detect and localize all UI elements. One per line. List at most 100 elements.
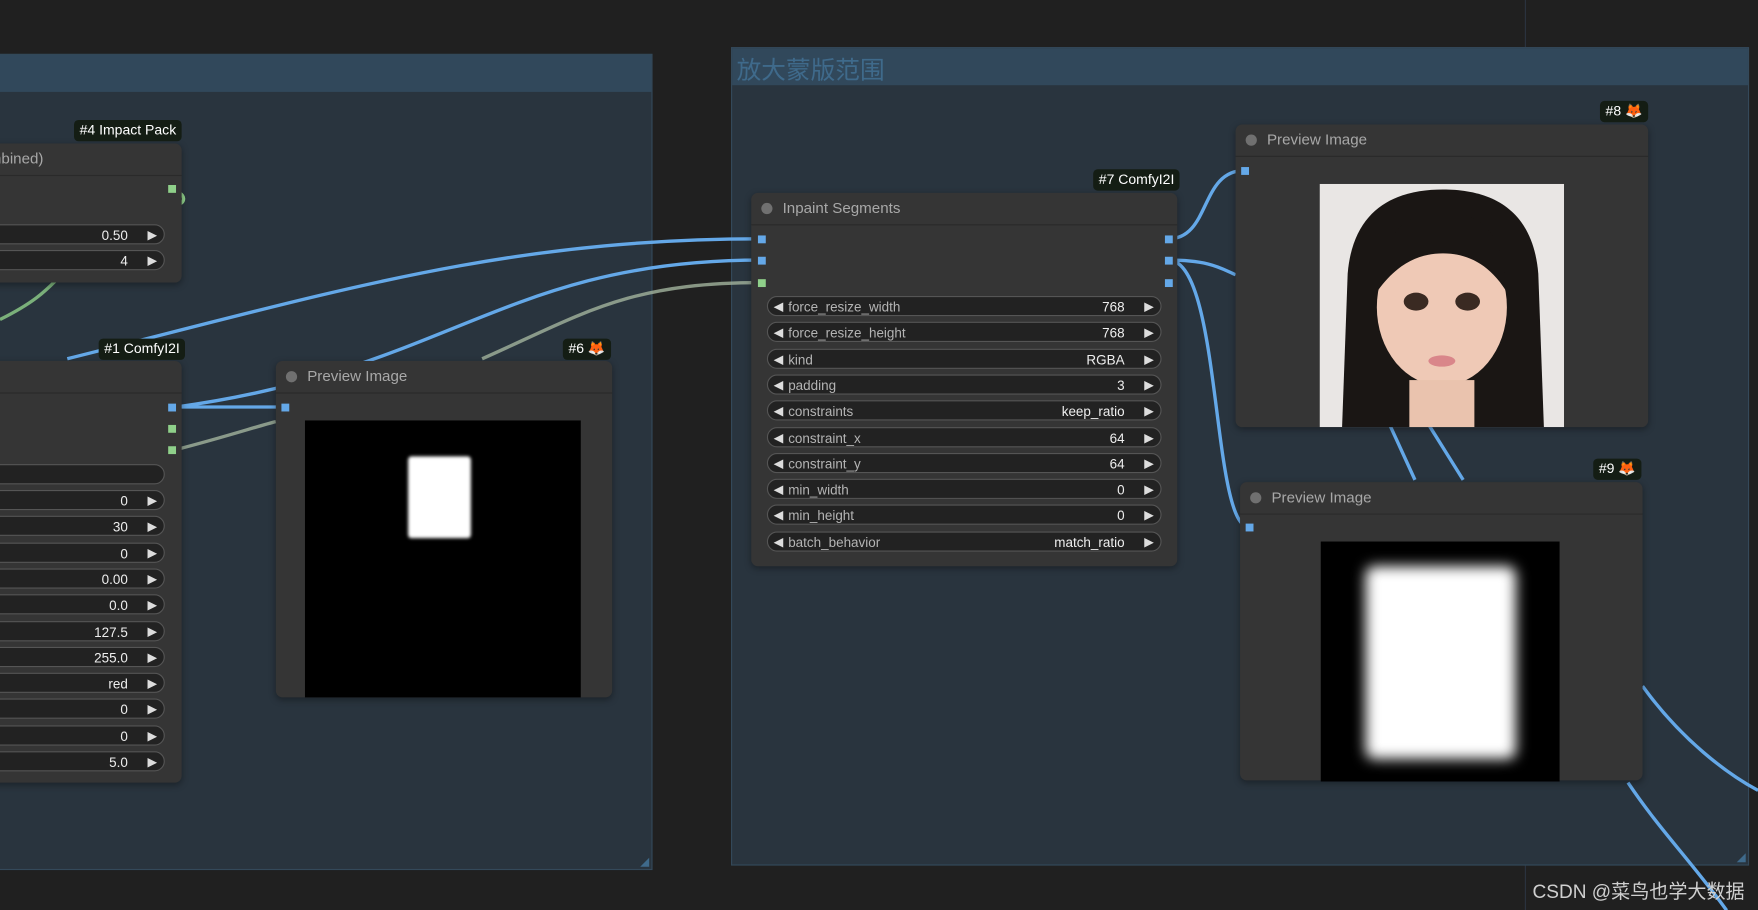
text-field[interactable] xyxy=(0,464,165,485)
increment-arrow[interactable]: ▶ xyxy=(147,752,156,772)
output-slot[interactable] xyxy=(168,424,177,433)
decrement-arrow[interactable]: ◀ xyxy=(774,428,783,448)
node-header[interactable]: Inpaint Segments xyxy=(751,193,1178,226)
widget[interactable]: 0.50 ▶ xyxy=(0,224,165,245)
widget-label: min_width xyxy=(788,482,849,498)
widget[interactable]: 0.0 ▶ xyxy=(0,594,165,616)
decrement-arrow[interactable]: ◀ xyxy=(774,402,783,422)
increment-arrow[interactable]: ▶ xyxy=(1144,454,1153,474)
widget-constraint-x[interactable]: ◀ constraint_x 64 ▶ xyxy=(766,426,1162,448)
widget-force-resize-width[interactable]: ◀ force_resize_width 768 ▶ xyxy=(766,295,1162,317)
widget[interactable]: 5.0 ▶ xyxy=(0,751,165,772)
increment-arrow[interactable]: ▶ xyxy=(1144,402,1153,422)
node-impact-pack[interactable]: mbined) 0.50▶ 4▶ xyxy=(0,143,182,283)
increment-arrow[interactable]: ▶ xyxy=(1144,428,1153,448)
output-slot[interactable] xyxy=(1164,256,1173,265)
increment-arrow[interactable]: ▶ xyxy=(1144,297,1153,317)
input-slot[interactable] xyxy=(1245,523,1254,532)
node-header[interactable]: Preview Image xyxy=(1235,124,1649,157)
decrement-arrow[interactable]: ◀ xyxy=(774,532,783,552)
decrement-arrow[interactable]: ◀ xyxy=(774,506,783,526)
widget[interactable]: 0 ▶ xyxy=(0,725,165,746)
widget[interactable]: 0 ▶ xyxy=(0,542,165,563)
widget-value: 768 xyxy=(1102,325,1125,342)
canvas[interactable]: 放大蒙版范围 mbined) 0.50▶ 4▶ #4 Impact Pack xyxy=(0,0,1758,910)
node-preview-image-8[interactable]: Preview Image xyxy=(1235,124,1649,428)
input-slot[interactable] xyxy=(757,279,766,288)
decrement-arrow[interactable]: ◀ xyxy=(774,375,783,395)
node-header[interactable]: Preview Image xyxy=(1240,482,1643,515)
collapse-dot[interactable] xyxy=(761,202,773,215)
widget[interactable]: 0 ▶ xyxy=(0,489,165,511)
output-slot[interactable] xyxy=(168,184,177,193)
widget[interactable]: 4 ▶ xyxy=(0,250,165,271)
widget[interactable]: 255.0 ▶ xyxy=(0,646,165,668)
increment-arrow[interactable]: ▶ xyxy=(147,726,156,746)
output-slot[interactable] xyxy=(168,446,177,455)
decrement-arrow[interactable]: ◀ xyxy=(774,454,783,474)
widget[interactable]: 0 ▶ xyxy=(0,698,165,720)
widget[interactable]: 30 ▶ xyxy=(0,516,165,537)
collapse-dot[interactable] xyxy=(285,371,298,383)
node-header[interactable]: Preview Image xyxy=(275,361,613,394)
output-slot[interactable] xyxy=(1164,279,1173,288)
node-comfyi2i-1[interactable]: 0 ▶ 30 ▶ 0 ▶ 0.00 ▶ 0.0 ▶ 127.5 ▶ 255.0 ▶ red ▶ 0 ▶ 0 ▶ 5.0 ▶ xyxy=(0,361,182,783)
widget[interactable]: 0.00 ▶ xyxy=(0,568,165,589)
widget-min-height[interactable]: ◀ min_height 0 ▶ xyxy=(766,504,1162,526)
increment-arrow[interactable]: ▶ xyxy=(1144,375,1153,395)
widget-batch-behavior[interactable]: ◀ batch_behavior match_ratio ▶ xyxy=(766,531,1162,552)
output-slot[interactable] xyxy=(1164,235,1173,244)
increment-arrow[interactable]: ▶ xyxy=(1144,506,1153,526)
widget-value: 255.0 xyxy=(94,650,128,666)
input-slot[interactable] xyxy=(757,256,766,265)
collapse-dot[interactable] xyxy=(1245,134,1257,146)
widget-value: red xyxy=(108,676,128,692)
node-preview-image-9[interactable]: Preview Image xyxy=(1240,482,1643,782)
increment-arrow[interactable]: ▶ xyxy=(147,543,156,563)
node-inpaint-segments[interactable]: Inpaint Segments ◀ force_resize_width 768 ▶… xyxy=(751,192,1178,567)
increment-arrow[interactable]: ▶ xyxy=(147,491,156,511)
increment-arrow[interactable]: ▶ xyxy=(147,648,156,668)
decrement-arrow[interactable]: ◀ xyxy=(774,480,783,500)
node-preview-image-6[interactable]: Preview Image xyxy=(275,361,613,698)
input-slot[interactable] xyxy=(281,403,290,412)
increment-arrow[interactable]: ▶ xyxy=(147,225,156,245)
increment-arrow[interactable]: ▶ xyxy=(147,674,156,694)
increment-arrow[interactable]: ▶ xyxy=(147,596,156,616)
increment-arrow[interactable]: ▶ xyxy=(1144,323,1153,343)
node-header[interactable] xyxy=(0,361,182,394)
widget-label: min_height xyxy=(788,508,855,525)
widget[interactable]: 127.5 ▶ xyxy=(0,620,165,642)
output-slot[interactable] xyxy=(168,403,177,412)
decrement-arrow[interactable]: ◀ xyxy=(774,297,783,317)
increment-arrow[interactable]: ▶ xyxy=(147,700,156,720)
increment-arrow[interactable]: ▶ xyxy=(147,569,156,589)
widget[interactable]: red ▶ xyxy=(0,672,165,694)
increment-arrow[interactable]: ▶ xyxy=(1144,480,1153,500)
wire-image xyxy=(1168,168,1245,241)
increment-arrow[interactable]: ▶ xyxy=(147,517,156,537)
node-badge: #6 🦊 xyxy=(562,338,612,360)
widget-constraint-y[interactable]: ◀ constraint_y 64 ▶ xyxy=(766,452,1162,474)
widget-force-resize-height[interactable]: ◀ force_resize_height 768 ▶ xyxy=(766,322,1162,343)
widget-value: 0.00 xyxy=(101,571,128,588)
widget-min-width[interactable]: ◀ min_width 0 ▶ xyxy=(766,478,1162,500)
widget-kind[interactable]: ◀ kind RGBA ▶ xyxy=(766,348,1162,369)
increment-arrow[interactable]: ▶ xyxy=(1144,349,1153,369)
node-badge: #7 ComfyI2I xyxy=(1093,169,1180,191)
watermark: CSDN @菜鸟也学大数据 xyxy=(1532,881,1745,903)
increment-arrow[interactable]: ▶ xyxy=(147,251,156,271)
decrement-arrow[interactable]: ◀ xyxy=(774,323,783,343)
node-header[interactable]: mbined) xyxy=(0,144,182,177)
input-slot[interactable] xyxy=(1241,167,1250,175)
widget-padding[interactable]: ◀ padding 3 ▶ xyxy=(766,374,1162,395)
increment-arrow[interactable]: ▶ xyxy=(147,622,156,642)
collapse-dot[interactable] xyxy=(1250,492,1262,504)
decrement-arrow[interactable]: ◀ xyxy=(774,349,783,369)
mask-preview-image xyxy=(1320,541,1560,782)
widget-value: 30 xyxy=(112,519,128,536)
widget-label: force_resize_width xyxy=(788,299,901,316)
increment-arrow[interactable]: ▶ xyxy=(1144,532,1153,552)
input-slot[interactable] xyxy=(757,235,766,244)
widget-constraints[interactable]: ◀ constraints keep_ratio ▶ xyxy=(766,400,1162,422)
